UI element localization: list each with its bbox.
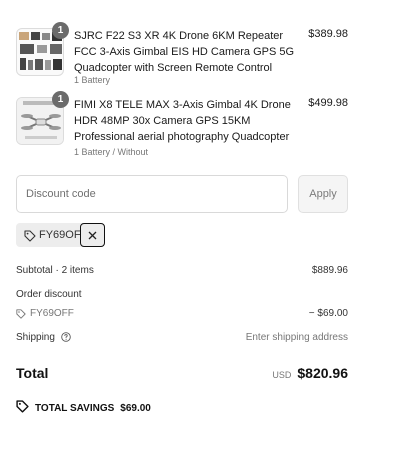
subtotal-value: $889.96 — [311, 265, 348, 276]
savings-value: $69.00 — [120, 402, 151, 414]
tag-icon — [16, 309, 26, 322]
total-value: $820.96 — [297, 365, 348, 381]
item-variant: 1 Battery / Without — [74, 147, 149, 157]
subtotal-row: Subtotal · 2 items $889.96 — [16, 265, 348, 276]
close-icon — [88, 231, 97, 239]
cart-item: 1 FIMI X8 TELE MAX 3-Axis Gimbal 4K Dron… — [16, 91, 348, 159]
total-label: Total — [16, 365, 49, 381]
savings-label: TOTAL SAVINGS — [35, 402, 115, 414]
tag-icon — [16, 400, 29, 416]
tag-icon — [24, 229, 36, 247]
applied-discount-chip: FY69OFF — [16, 223, 105, 247]
help-icon[interactable] — [61, 332, 71, 345]
quantity-badge: 1 — [52, 91, 69, 108]
item-price: $389.98 — [308, 28, 348, 40]
shipping-label: Shipping — [16, 332, 55, 343]
apply-discount-button[interactable]: Apply — [298, 175, 348, 213]
quantity-badge: 1 — [52, 22, 69, 39]
order-discount-code: FY69OFF — [30, 308, 74, 319]
order-discount-row: Order discount — [16, 289, 348, 300]
shipping-value: Enter shipping address — [245, 332, 348, 343]
order-discount-value: − $69.00 — [308, 308, 348, 319]
item-title: SJRC F22 S3 XR 4K Drone 6KM Repeater FCC… — [74, 30, 295, 74]
item-variant: 1 Battery — [74, 75, 111, 85]
order-discount-label: Order discount — [16, 289, 82, 300]
shipping-row: Shipping Enter shipping address — [16, 332, 348, 343]
total-currency: USD — [272, 370, 292, 380]
discount-code-input[interactable] — [16, 175, 288, 213]
subtotal-label: Subtotal · 2 items — [16, 265, 94, 276]
item-price: $499.98 — [308, 97, 348, 109]
item-title: FIMI X8 TELE MAX 3-Axis Gimbal 4K Drone … — [74, 99, 291, 143]
remove-discount-button[interactable] — [80, 223, 105, 247]
total-savings: TOTAL SAVINGS $69.00 — [16, 400, 151, 416]
cart-item: 1 SJRC F22 S3 XR 4K Drone 6KM Repeater F… — [16, 22, 348, 90]
total-amount: USD $820.96 — [272, 365, 348, 381]
